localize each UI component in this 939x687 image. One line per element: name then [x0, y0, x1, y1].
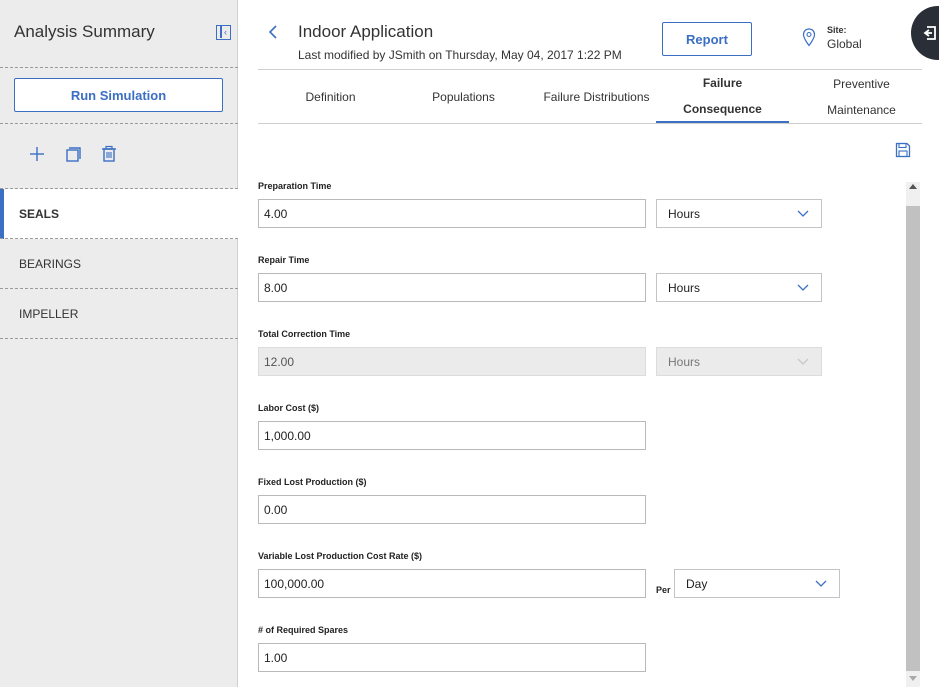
sidebar-item-seals[interactable]: SEALS: [0, 189, 238, 239]
tab-label: Failure Distributions: [543, 90, 650, 104]
divider: [0, 338, 238, 339]
divider: [0, 67, 238, 68]
divider: [258, 123, 922, 124]
tab-definition[interactable]: Definition: [264, 70, 397, 124]
tab-populations[interactable]: Populations: [397, 70, 530, 124]
labor-cost-label: Labor Cost ($): [258, 403, 320, 413]
report-button[interactable]: Report: [662, 22, 752, 56]
select-value: Hours: [668, 354, 701, 369]
preparation-time-unit-select[interactable]: Hours: [656, 199, 822, 228]
sidebar-item-label: BEARINGS: [19, 257, 82, 271]
scrollbar-thumb[interactable]: [906, 206, 920, 671]
tab-label: Populations: [432, 90, 495, 104]
divider: [0, 123, 238, 124]
page-title: Indoor Application: [298, 22, 434, 41]
copy-icon[interactable]: [64, 145, 82, 163]
scroll-down-icon[interactable]: [908, 674, 918, 682]
sidebar-item-label: IMPELLER: [19, 307, 79, 321]
select-value: Hours: [668, 206, 701, 221]
chevron-down-icon: [797, 358, 809, 365]
tab-failure-consequence[interactable]: Failure Consequence: [656, 70, 789, 124]
scroll-up-icon[interactable]: [908, 183, 918, 191]
total-correction-time-unit-select: Hours: [656, 347, 822, 376]
site-value[interactable]: Global: [827, 37, 862, 51]
fixed-lost-production-label: Fixed Lost Production ($): [258, 477, 367, 487]
tab-preventive-maintenance[interactable]: Preventive Maintenance: [795, 70, 928, 124]
add-icon[interactable]: [28, 145, 46, 163]
chevron-down-icon: [797, 210, 809, 217]
back-arrow-icon[interactable]: [266, 24, 280, 40]
last-modified-text: Last modified by JSmith on Thursday, May…: [298, 48, 622, 62]
chevron-down-icon: [797, 284, 809, 291]
repair-time-unit-select[interactable]: Hours: [656, 273, 822, 302]
sidebar: Analysis Summary ‹ Run Simulation SEALS …: [0, 0, 238, 687]
variable-lost-production-label: Variable Lost Production Cost Rate ($): [258, 551, 423, 561]
location-pin-icon: [802, 28, 816, 47]
labor-cost-input[interactable]: 1,000.00: [258, 421, 646, 450]
repair-time-input[interactable]: 8.00: [258, 273, 646, 302]
sidebar-item-label: SEALS: [19, 207, 60, 221]
collapse-sidebar-icon[interactable]: ‹: [216, 25, 231, 40]
per-unit-select[interactable]: Day: [674, 569, 840, 598]
required-spares-input[interactable]: 1.00: [258, 643, 646, 672]
tab-label: Definition: [305, 90, 356, 104]
repair-time-label: Repair Time: [258, 255, 310, 265]
sidebar-item-impeller[interactable]: IMPELLER: [0, 289, 238, 339]
variable-lost-production-input[interactable]: 100,000.00: [258, 569, 646, 598]
preparation-time-input[interactable]: 4.00: [258, 199, 646, 228]
sidebar-item-bearings[interactable]: BEARINGS: [0, 239, 238, 289]
delete-icon[interactable]: [100, 145, 118, 163]
required-spares-label: # of Required Spares: [258, 625, 349, 635]
exit-icon[interactable]: [911, 6, 939, 60]
sidebar-title: Analysis Summary: [14, 22, 155, 41]
select-value: Hours: [668, 280, 701, 295]
site-label: Site:: [827, 25, 847, 35]
save-icon[interactable]: [895, 142, 911, 158]
tab-label: Preventive Maintenance: [827, 77, 896, 117]
tab-label: Failure Consequence: [683, 75, 762, 116]
select-value: Day: [686, 576, 708, 591]
preparation-time-label: Preparation Time: [258, 181, 332, 191]
total-correction-time-label: Total Correction Time: [258, 329, 351, 339]
tab-failure-distributions[interactable]: Failure Distributions: [530, 70, 663, 124]
run-simulation-button[interactable]: Run Simulation: [14, 78, 223, 112]
chevron-down-icon: [815, 580, 827, 587]
fixed-lost-production-input[interactable]: 0.00: [258, 495, 646, 524]
per-label: Per: [656, 585, 671, 595]
total-correction-time-input: 12.00: [258, 347, 646, 376]
